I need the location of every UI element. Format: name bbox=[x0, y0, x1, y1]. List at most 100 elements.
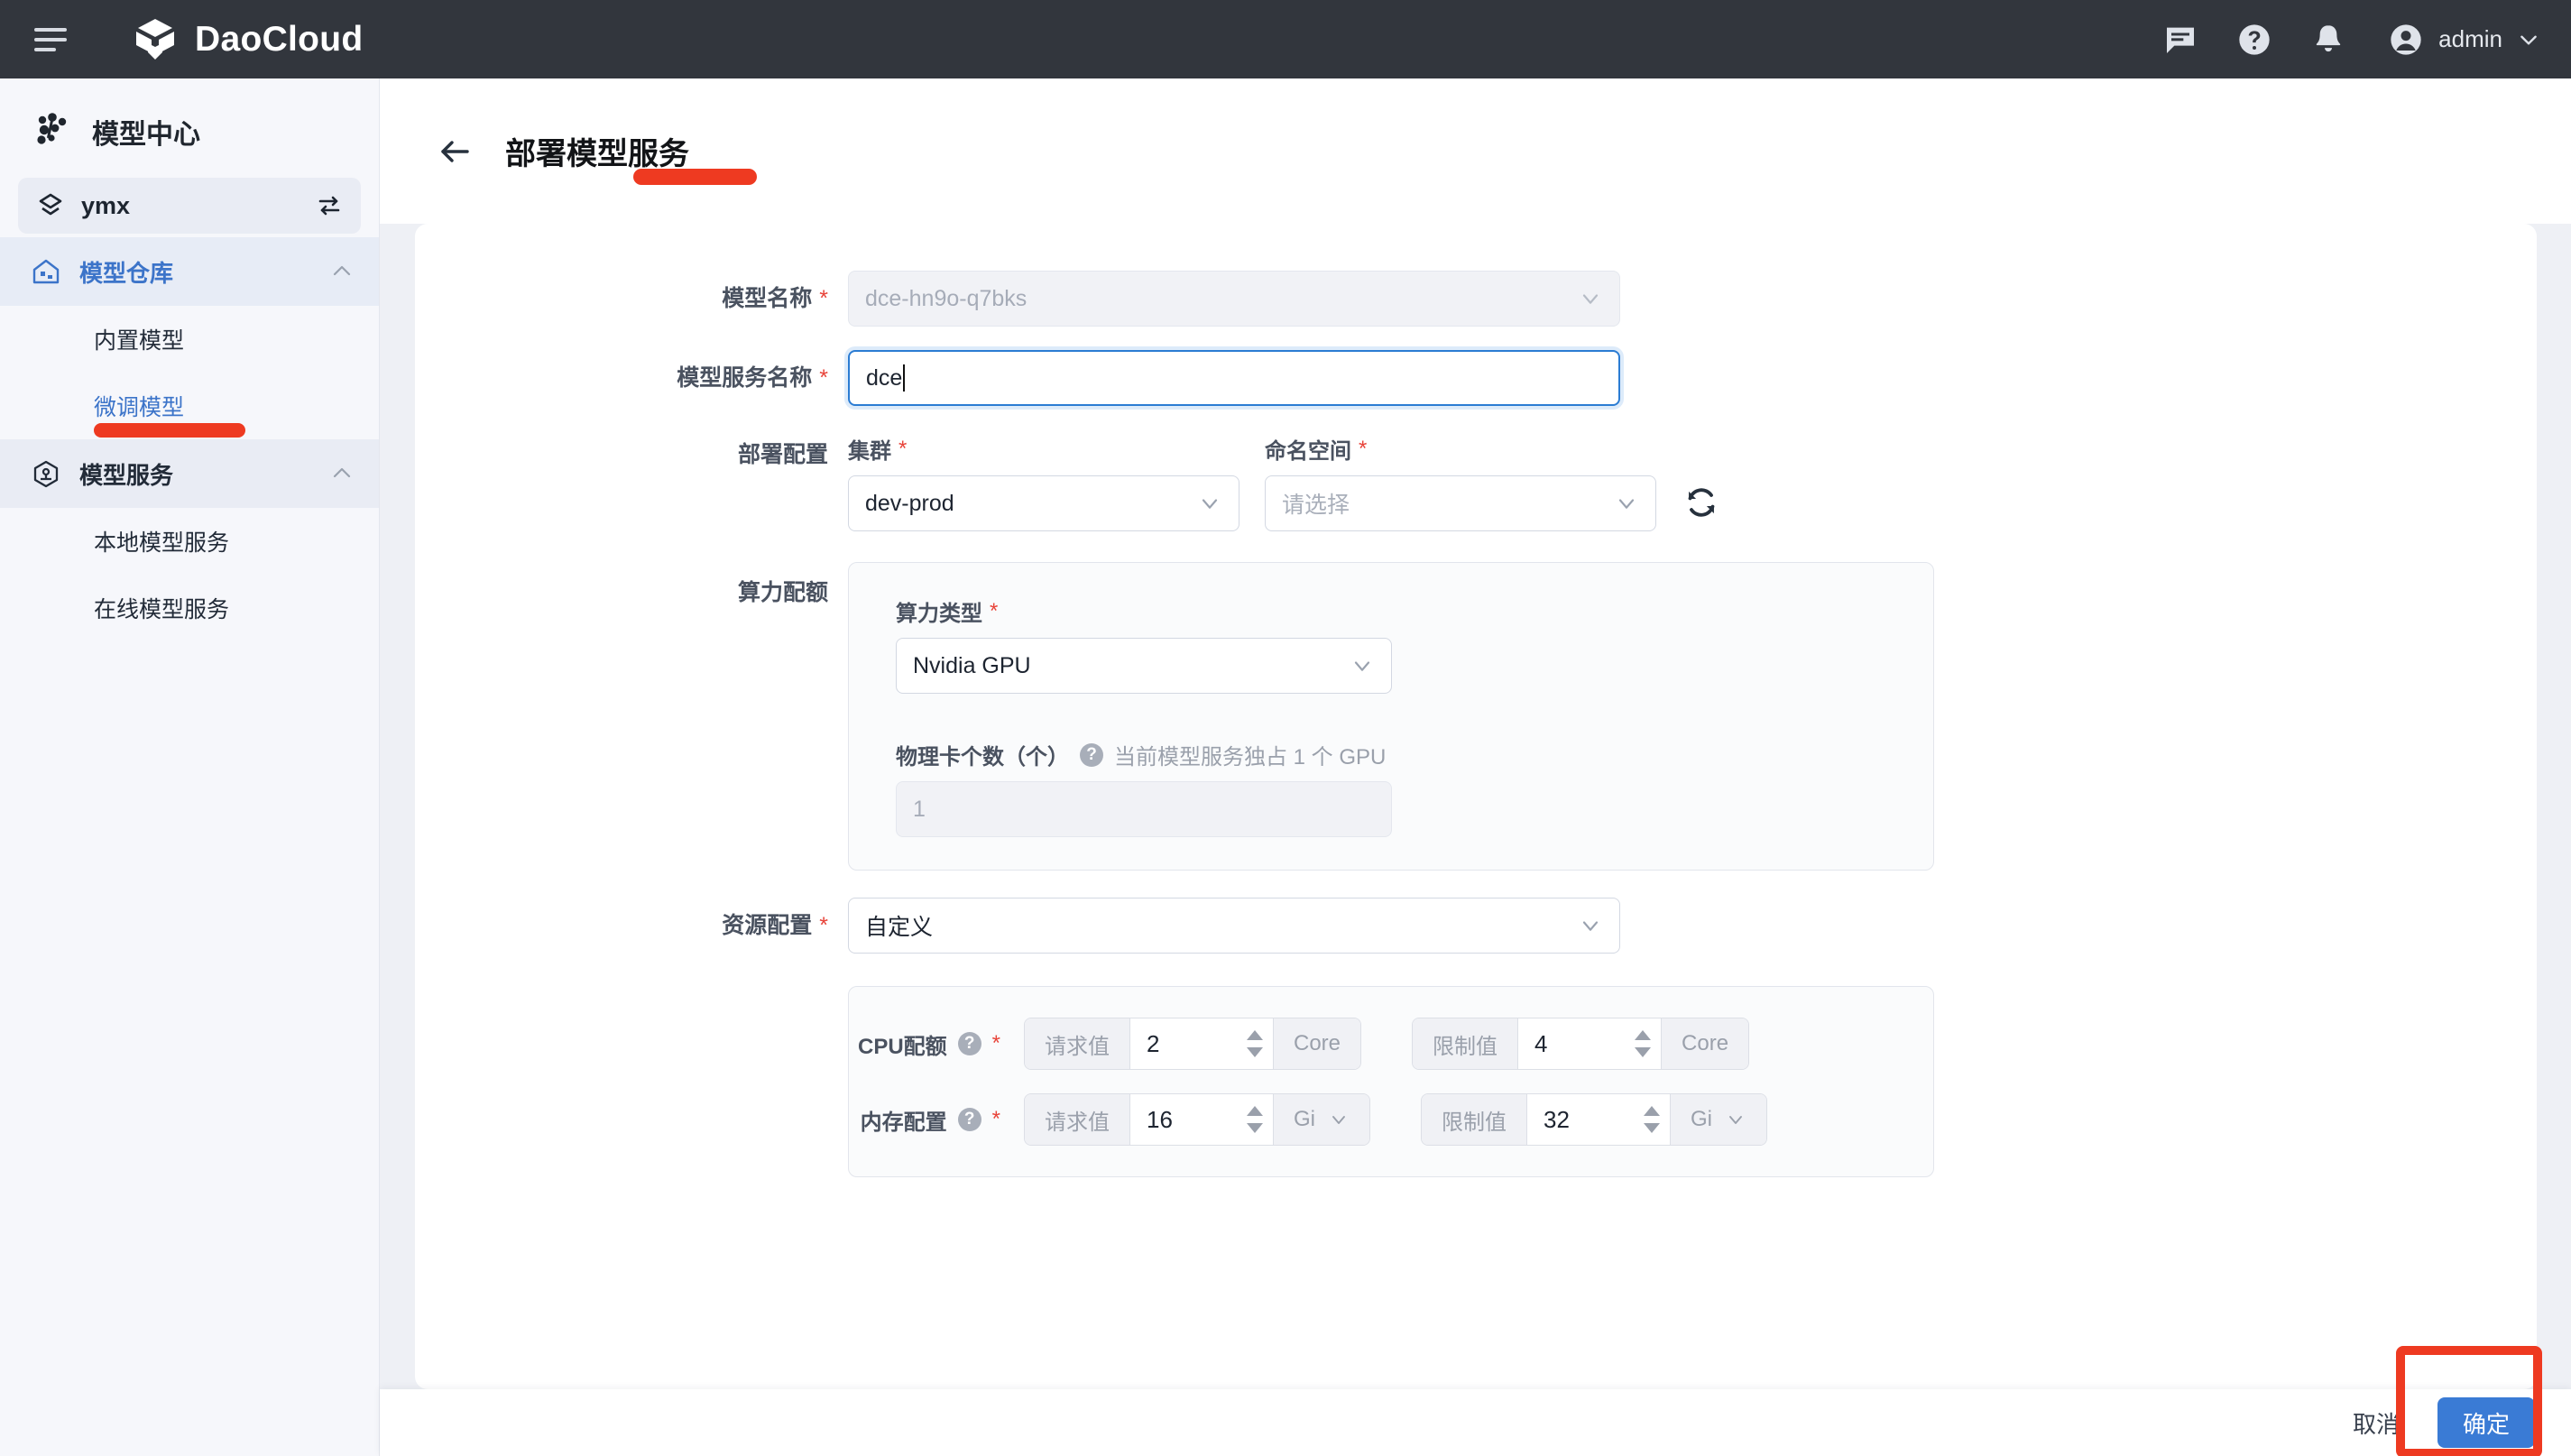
back-arrow-icon[interactable] bbox=[435, 132, 475, 171]
page-header: 部署模型服务 bbox=[380, 78, 2571, 224]
card-count-input: 1 bbox=[896, 781, 1392, 837]
memory-request-spinner[interactable] bbox=[1237, 1094, 1273, 1145]
cpu-request-group: 请求值 2 Core bbox=[1024, 1018, 1362, 1070]
memory-limit-group: 限制值 32 Gi bbox=[1421, 1093, 1767, 1146]
confirm-button[interactable]: 确定 bbox=[2437, 1397, 2535, 1448]
cpu-request-spinner[interactable] bbox=[1237, 1018, 1273, 1069]
memory-request-unit: Gi bbox=[1294, 1107, 1315, 1131]
namespace-placeholder: 请选择 bbox=[1282, 493, 1350, 518]
field-label-compute-quota: 算力配额 bbox=[737, 580, 828, 605]
notification-icon[interactable] bbox=[2310, 22, 2346, 58]
deploy-config-controls: 集群 * dev-prod 命名空间 * 请选择 bbox=[848, 433, 1721, 531]
cpu-limit-spinner[interactable] bbox=[1625, 1018, 1662, 1069]
memory-request-stepper[interactable]: 请求值 16 Gi bbox=[1024, 1093, 1370, 1146]
compute-type-select[interactable]: Nvidia GPU bbox=[896, 638, 1392, 694]
resource-config-select-wrap: 自定义 bbox=[848, 898, 1620, 954]
model-service-icon bbox=[31, 458, 61, 489]
memory-limit-spinner[interactable] bbox=[1634, 1094, 1670, 1145]
field-compute-quota: 算力配额 算力类型 * Nvidia GPU 物理卡个数（个） ? 当前模型服务… bbox=[415, 562, 2537, 871]
sidebar-group-model-service[interactable]: 模型服务 bbox=[0, 439, 379, 508]
arrow-down-icon[interactable] bbox=[1644, 1123, 1660, 1133]
arrow-up-icon[interactable] bbox=[1635, 1030, 1652, 1040]
user-menu[interactable]: admin bbox=[2388, 22, 2540, 58]
cpu-limit-addon-label: 限制值 bbox=[1413, 1018, 1519, 1069]
resource-config-select[interactable]: 自定义 bbox=[848, 898, 1620, 954]
cluster-field: 集群 * dev-prod bbox=[848, 433, 1239, 531]
text-caret bbox=[903, 364, 906, 392]
arrow-down-icon[interactable] bbox=[1635, 1047, 1652, 1057]
chevron-down-icon bbox=[1578, 286, 1603, 311]
question-icon[interactable]: ? bbox=[957, 1108, 981, 1131]
sidebar-group-label: 模型仓库 bbox=[79, 259, 174, 287]
workspace-name: ymx bbox=[81, 191, 131, 219]
swap-icon[interactable] bbox=[316, 192, 343, 219]
field-model-name: 模型名称 * dce-hn9o-q7bks bbox=[415, 271, 2537, 327]
resource-config-value: 自定义 bbox=[865, 915, 934, 940]
memory-request-unit-select[interactable]: Gi bbox=[1273, 1094, 1369, 1145]
sidebar-item-online-model-service[interactable]: 在线模型服务 bbox=[0, 575, 379, 641]
cpu-request-unit: Core bbox=[1273, 1018, 1361, 1069]
question-icon[interactable]: ? bbox=[1080, 742, 1103, 767]
arrow-up-icon[interactable] bbox=[1644, 1106, 1660, 1116]
memory-quota-row: 内存配置 ? * 请求值 16 Gi 限制值 32 Gi bbox=[849, 1093, 1933, 1146]
required-mark: * bbox=[991, 1031, 1000, 1055]
deploy-form-card: 模型名称 * dce-hn9o-q7bks 模型服务名称 * dce 部署配置 … bbox=[415, 224, 2537, 1389]
memory-limit-value[interactable]: 32 bbox=[1527, 1094, 1634, 1145]
required-mark: * bbox=[819, 913, 828, 938]
required-mark: * bbox=[819, 286, 828, 311]
required-mark: * bbox=[990, 598, 999, 623]
memory-quota-label-wrap: 内存配置 ? * bbox=[849, 1104, 1000, 1136]
cluster-select[interactable]: dev-prod bbox=[848, 475, 1239, 531]
field-label-resource-config: 资源配置 * bbox=[722, 913, 828, 938]
memory-limit-unit: Gi bbox=[1691, 1107, 1712, 1131]
sidebar-item-finetuned-models[interactable]: 微调模型 bbox=[0, 373, 379, 439]
cpu-limit-value[interactable]: 4 bbox=[1518, 1018, 1626, 1069]
arrow-down-icon[interactable] bbox=[1247, 1123, 1263, 1133]
user-name: admin bbox=[2438, 25, 2502, 52]
cpu-limit-group: 限制值 4 Core bbox=[1412, 1018, 1750, 1070]
arrow-up-icon[interactable] bbox=[1247, 1106, 1263, 1116]
refresh-icon[interactable] bbox=[1682, 483, 1721, 522]
arrow-down-icon[interactable] bbox=[1247, 1047, 1263, 1057]
sidebar: 模型中心 ymx 模型仓库 内置模型 微调模型 模型服务 本地模型服务 在线模型… bbox=[0, 78, 380, 1456]
resource-quota-panel: CPU配额 ? * 请求值 2 Core 限制值 4 Core 内存配置 ? *… bbox=[848, 986, 1934, 1177]
brand-logo-link[interactable]: DaoCloud bbox=[132, 16, 364, 63]
chevron-up-icon[interactable] bbox=[330, 462, 354, 485]
chevron-down-icon bbox=[1578, 913, 1603, 938]
field-quota-panel: CPU配额 ? * 请求值 2 Core 限制值 4 Core 内存配置 ? *… bbox=[415, 986, 2537, 1177]
memory-request-value[interactable]: 16 bbox=[1130, 1094, 1237, 1145]
question-icon[interactable]: ? bbox=[957, 1032, 981, 1055]
sidebar-item-builtin-models[interactable]: 内置模型 bbox=[0, 306, 379, 373]
sidebar-item-local-model-service[interactable]: 本地模型服务 bbox=[0, 508, 379, 575]
cancel-button[interactable]: 取消 bbox=[2347, 1399, 2405, 1447]
memory-limit-unit-select[interactable]: Gi bbox=[1670, 1094, 1766, 1145]
compute-type-label: 算力类型 * bbox=[896, 598, 999, 627]
namespace-select[interactable]: 请选择 bbox=[1265, 475, 1656, 531]
help-icon[interactable] bbox=[2236, 22, 2272, 58]
page-title: 部署模型服务 bbox=[505, 137, 689, 171]
hamburger-icon[interactable] bbox=[34, 19, 76, 60]
field-label-deploy-config: 部署配置 bbox=[737, 442, 828, 467]
namespace-label: 命名空间 * bbox=[1265, 436, 1368, 465]
workspace-selector[interactable]: ymx bbox=[18, 178, 361, 234]
compute-quota-panel: 算力类型 * Nvidia GPU 物理卡个数（个） ? 当前模型服务独占 1 个… bbox=[848, 562, 1934, 871]
field-label-service-name: 模型服务名称 * bbox=[677, 365, 828, 391]
service-name-input[interactable]: dce bbox=[848, 350, 1620, 406]
arrow-up-icon[interactable] bbox=[1247, 1030, 1263, 1040]
required-mark: * bbox=[991, 1107, 1000, 1131]
chevron-up-icon[interactable] bbox=[330, 260, 354, 283]
namespace-field: 命名空间 * 请选择 bbox=[1265, 433, 1656, 531]
message-icon[interactable] bbox=[2162, 22, 2198, 58]
required-mark: * bbox=[1359, 436, 1368, 461]
daocloud-logo-icon bbox=[132, 16, 179, 63]
memory-request-addon-label: 请求值 bbox=[1025, 1094, 1130, 1145]
cluster-value: dev-prod bbox=[865, 490, 954, 516]
cpu-limit-stepper[interactable]: 限制值 4 Core bbox=[1412, 1018, 1750, 1070]
field-resource-config: 资源配置 * 自定义 bbox=[415, 898, 2537, 954]
memory-limit-stepper[interactable]: 限制值 32 Gi bbox=[1421, 1093, 1767, 1146]
card-count-label-row: 物理卡个数（个） ? 当前模型服务独占 1 个 GPU bbox=[896, 739, 1933, 770]
cpu-request-value[interactable]: 2 bbox=[1130, 1018, 1237, 1069]
cpu-request-stepper[interactable]: 请求值 2 Core bbox=[1024, 1018, 1362, 1070]
topbar-actions: admin bbox=[2162, 22, 2540, 58]
sidebar-group-model-repository[interactable]: 模型仓库 bbox=[0, 237, 379, 306]
